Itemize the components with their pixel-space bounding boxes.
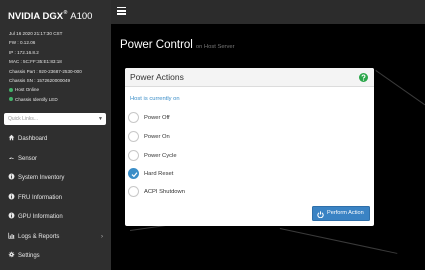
info-icon <box>8 173 15 180</box>
chevron-right-icon: › <box>101 233 103 240</box>
radio-button[interactable] <box>128 150 139 161</box>
radio-button[interactable] <box>128 112 139 123</box>
panel-title: Power Actions <box>130 72 184 82</box>
brand-logo: NVIDIA DGX® A100 <box>8 10 93 22</box>
radio-button[interactable] <box>128 131 139 142</box>
power-icon <box>317 210 324 218</box>
checkmark-icon <box>131 172 138 178</box>
gear-icon <box>8 251 15 258</box>
sidebar-item-sensor[interactable]: Sensor <box>0 150 111 170</box>
sidebar-item-fru-information[interactable]: FRU Information <box>0 189 111 209</box>
sidebar-item-settings[interactable]: Settings <box>0 247 111 267</box>
chassis-part: Chassis Part : 920-23687-2530-000 <box>9 68 82 74</box>
chassis-sn: Chassis SN : 1572620000049 <box>9 77 71 83</box>
host-status-dot <box>9 87 13 92</box>
system-info: Jul 16 2020 21:17:30 CST FW : 0.12.06 IP… <box>9 29 82 104</box>
page-title: Power Control on Host Server <box>120 39 235 51</box>
panel-header: Power Actions <box>125 68 374 87</box>
quick-links-select[interactable]: Quick Links... ▼ <box>4 113 106 125</box>
page-subtitle: on Host Server <box>195 44 235 50</box>
chevron-down-icon: ▼ <box>98 116 103 122</box>
info-icon <box>8 193 15 199</box>
system-datetime: Jul 16 2020 21:17:30 CST <box>9 31 63 36</box>
radio-button[interactable] <box>128 186 139 197</box>
perform-action-button[interactable]: Perform Action <box>312 206 370 221</box>
sidebar-item-logs-reports[interactable]: Logs & Reports › <box>0 228 111 248</box>
host-status-text: Host is currently on <box>130 96 180 102</box>
info-icon <box>8 212 15 219</box>
led-status-dot <box>9 96 13 101</box>
menu-toggle-icon[interactable] <box>117 7 126 15</box>
sidebar-item-system-inventory[interactable]: System Inventory <box>0 169 111 189</box>
home-icon <box>8 134 15 141</box>
bar-chart-icon <box>8 232 15 239</box>
host-status: Host Online <box>9 85 82 94</box>
chassis-led-status: Chassis Identify LED <box>9 95 82 104</box>
sidebar-nav: Dashboard Sensor System Inventory FRU In… <box>0 130 111 267</box>
radio-button-checked[interactable] <box>128 168 139 179</box>
background-line <box>375 70 425 106</box>
mac-address: MAC : 5C:FF:35:E1:83:18 <box>9 59 62 65</box>
help-icon[interactable] <box>359 73 368 82</box>
background-line <box>279 228 398 254</box>
sidebar-item-dashboard[interactable]: Dashboard <box>0 130 111 150</box>
firmware-version: FW : 0.12.06 <box>9 40 36 46</box>
sidebar-item-gpu-information[interactable]: GPU Information <box>0 208 111 228</box>
ip-address: IP : 172.16.8.2 <box>9 49 39 55</box>
power-actions-panel: Power Actions Host is currently on Power… <box>125 68 374 226</box>
sensor-icon <box>9 156 14 159</box>
top-bar <box>111 0 425 24</box>
sidebar: NVIDIA DGX® A100 Jul 16 2020 21:17:30 CST… <box>0 0 111 270</box>
